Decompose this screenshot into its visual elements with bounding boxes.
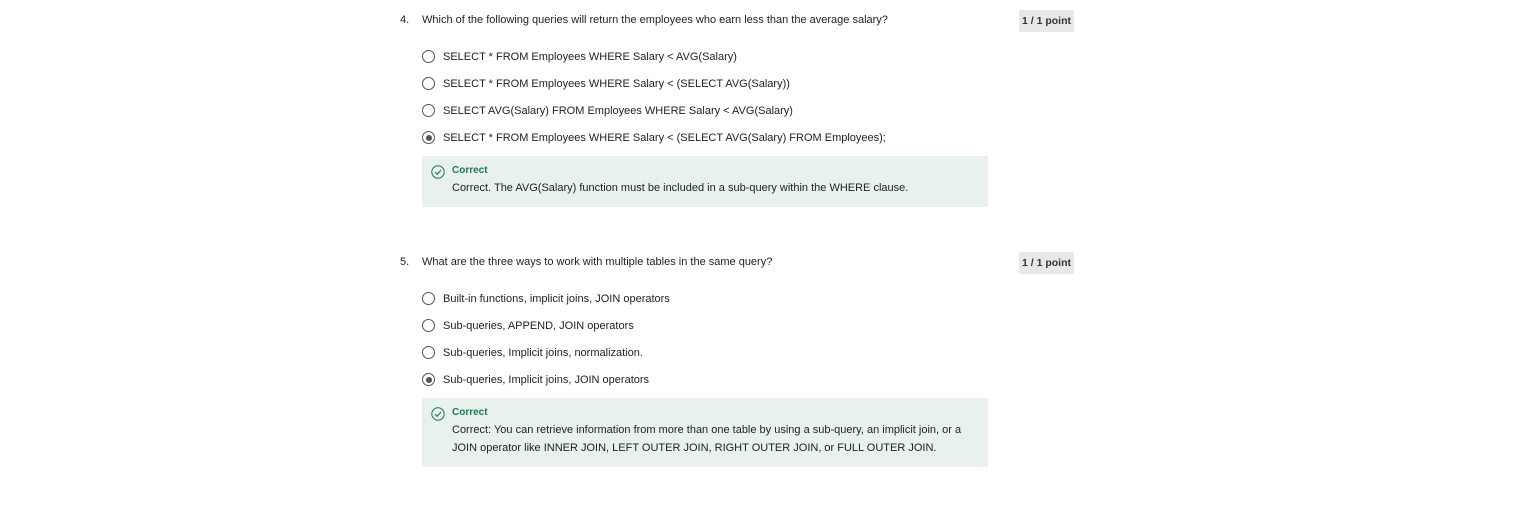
answer-option[interactable]: Sub-queries, APPEND, JOIN operators [422,312,1074,339]
question-number: 4. [400,14,410,26]
check-circle-icon [431,407,445,421]
option-label: Sub-queries, Implicit joins, normalizati… [443,346,643,359]
answer-options: SELECT * FROM Employees WHERE Salary < A… [422,43,1074,151]
answer-options: Built-in functions, implicit joins, JOIN… [422,285,1074,393]
question-header: 5. What are the three ways to work with … [400,252,1074,274]
points-badge: 1 / 1 point [1018,252,1074,274]
answer-option[interactable]: Sub-queries, Implicit joins, normalizati… [422,339,1074,366]
question-text: What are the three ways to work with mul… [422,256,773,268]
question-number: 5. [400,256,410,268]
option-label: Sub-queries, Implicit joins, JOIN operat… [443,373,650,386]
feedback-text: Correct. The AVG(Salary) function must b… [452,182,909,194]
radio-button[interactable] [422,104,435,117]
question-text: Which of the following queries will retu… [422,14,888,26]
radio-button-selected[interactable] [422,373,435,386]
feedback-text: Correct: You can retrieve information fr… [452,424,962,454]
radio-button[interactable] [422,319,435,332]
radio-button[interactable] [422,346,435,359]
answer-option-selected[interactable]: SELECT * FROM Employees WHERE Salary < (… [422,124,1074,151]
answer-option[interactable]: SELECT * FROM Employees WHERE Salary < A… [422,43,1074,70]
radio-button[interactable] [422,77,435,90]
radio-button[interactable] [422,292,435,305]
answer-option-selected[interactable]: Sub-queries, Implicit joins, JOIN operat… [422,366,1074,393]
feedback-box: Correct Correct. The AVG(Salary) functio… [422,156,988,207]
option-label: SELECT * FROM Employees WHERE Salary < (… [443,131,886,144]
option-label: SELECT AVG(Salary) FROM Employees WHERE … [443,104,793,117]
option-label: Sub-queries, APPEND, JOIN operators [443,319,634,332]
radio-button[interactable] [422,50,435,63]
question-header: 4. Which of the following queries will r… [400,10,1074,32]
option-label: SELECT * FROM Employees WHERE Salary < A… [443,50,737,63]
feedback-box: Correct Correct: You can retrieve inform… [422,398,988,467]
points-badge: 1 / 1 point [1018,10,1074,32]
feedback-title: Correct [452,165,488,176]
option-label: SELECT * FROM Employees WHERE Salary < (… [443,77,790,90]
answer-option[interactable]: Built-in functions, implicit joins, JOIN… [422,285,1074,312]
option-label: Built-in functions, implicit joins, JOIN… [443,292,670,305]
check-circle-icon [431,165,445,179]
answer-option[interactable]: SELECT AVG(Salary) FROM Employees WHERE … [422,97,1074,124]
question-5: 5. What are the three ways to work with … [400,252,1074,467]
question-4: 4. Which of the following queries will r… [400,10,1074,207]
feedback-title: Correct [452,407,488,418]
answer-option[interactable]: SELECT * FROM Employees WHERE Salary < (… [422,70,1074,97]
radio-button-selected[interactable] [422,131,435,144]
